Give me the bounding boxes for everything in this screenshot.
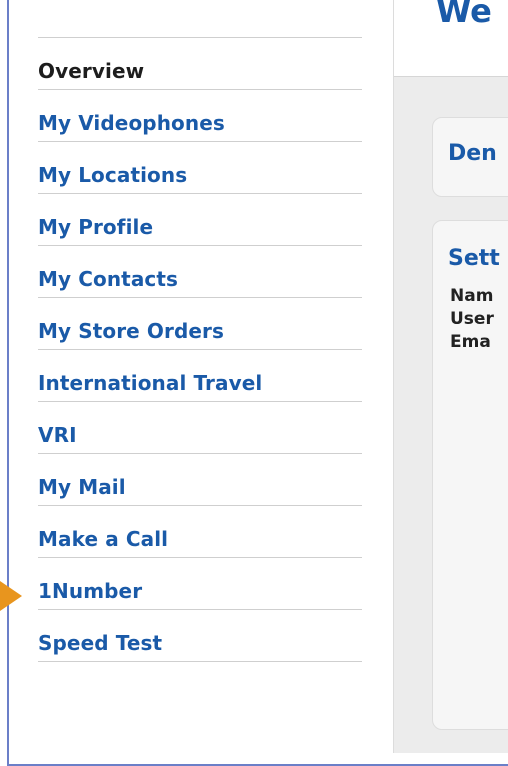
sidebar-item-my-videophones[interactable]: My Videophones [38,90,362,142]
username-label: User [450,309,494,329]
sidebar-item-label: Make a Call [38,526,169,551]
sidebar-item-label: My Mail [38,474,126,499]
sidebar: Overview My Videophones My Locations My … [9,0,394,753]
sidebar-item-my-profile[interactable]: My Profile [38,194,362,246]
summary-card: Den [432,117,508,197]
sidebar-item-label: 1Number [38,578,143,603]
card-title: Sett [448,246,500,271]
sidebar-item-label: My Contacts [38,266,179,291]
sidebar-item-label: My Videophones [38,110,225,135]
sidebar-item-speed-test[interactable]: Speed Test [38,610,362,662]
page-title: We [436,0,492,30]
sidebar-item-make-a-call[interactable]: Make a Call [38,506,362,558]
sidebar-item-overview[interactable]: Overview [38,38,362,90]
sidebar-item-label: My Profile [38,214,154,239]
sidebar-item-label: Overview [38,58,145,83]
sidebar-item-label: VRI [38,422,77,447]
sidebar-item-1number[interactable]: 1Number [38,558,362,610]
arrow-right-icon [0,581,22,611]
sidebar-item-vri[interactable]: VRI [38,402,362,454]
main-content: We Den Sett Nam User Ema [394,0,508,753]
settings-field-labels: Nam User Ema [450,285,494,354]
sidebar-item-label: International Travel [38,370,263,395]
main-header: We [394,0,508,77]
name-label: Nam [450,286,494,306]
sidebar-item-my-store-orders[interactable]: My Store Orders [38,298,362,350]
sidebar-item-my-locations[interactable]: My Locations [38,142,362,194]
sidebar-item-my-contacts[interactable]: My Contacts [38,246,362,298]
sidebar-item-label: My Store Orders [38,318,225,343]
sidebar-item-my-mail[interactable]: My Mail [38,454,362,506]
sidebar-item-label: My Locations [38,162,188,187]
settings-card: Sett Nam User Ema [432,220,508,730]
sidebar-nav: Overview My Videophones My Locations My … [38,37,362,662]
card-title: Den [448,141,497,166]
sidebar-item-international-travel[interactable]: International Travel [38,350,362,402]
sidebar-item-label: Speed Test [38,630,163,655]
email-label: Ema [450,332,491,352]
